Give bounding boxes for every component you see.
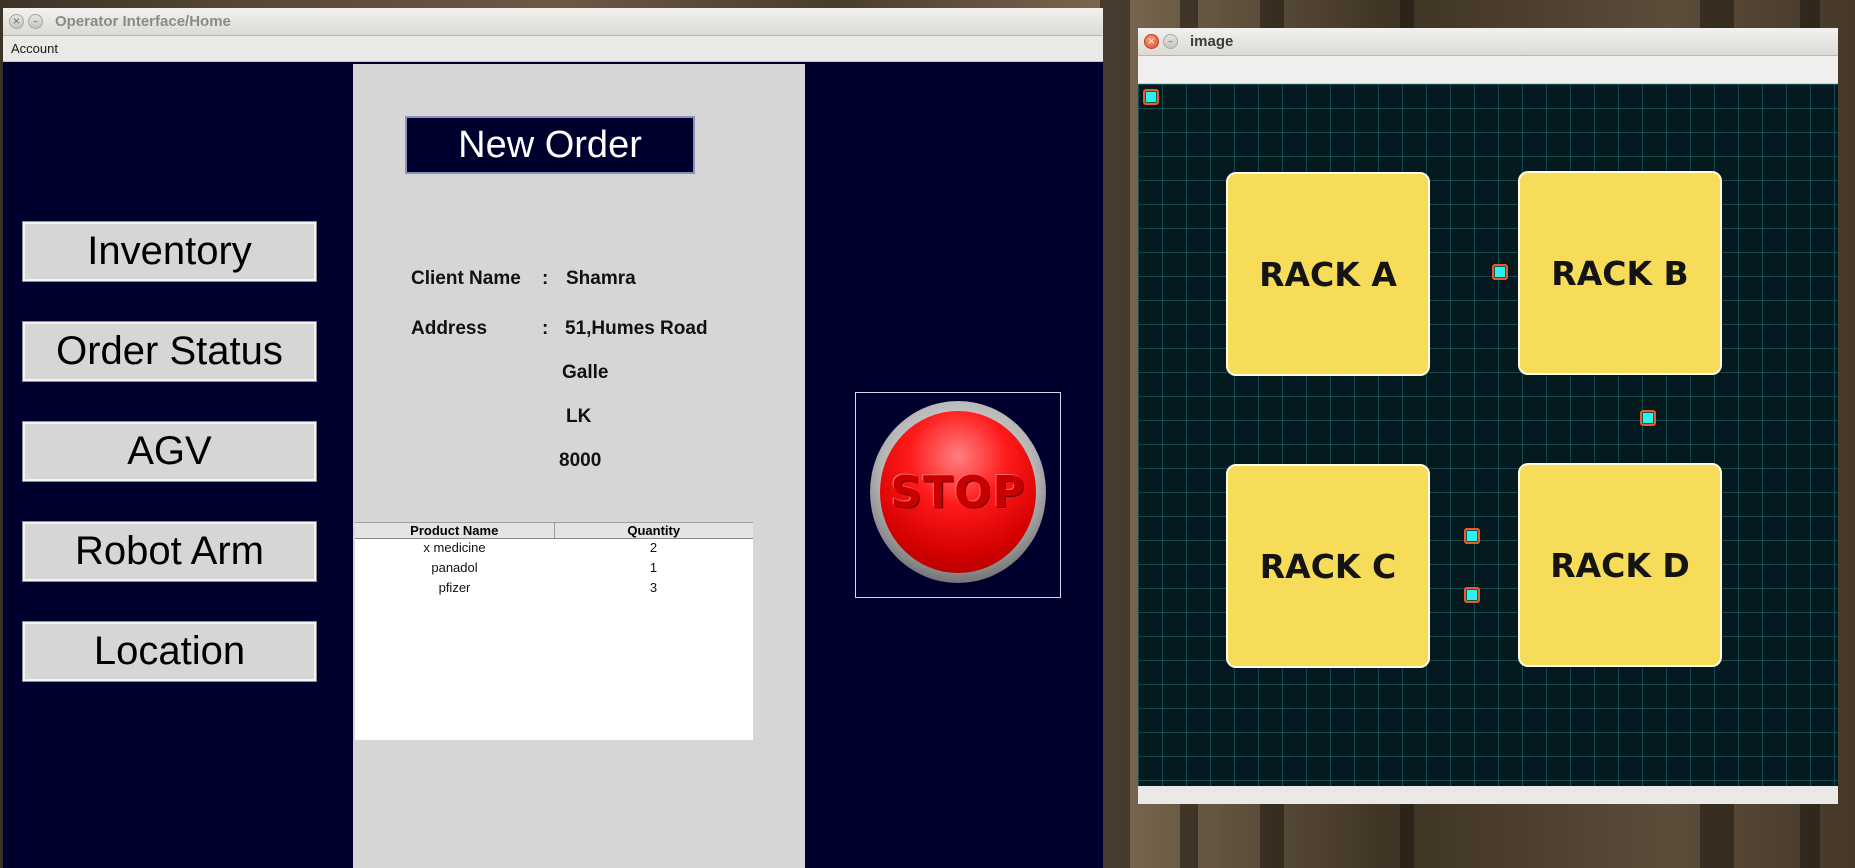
close-icon[interactable]: ×: [9, 14, 24, 29]
client-name-label: Client Name: [411, 268, 521, 289]
map-titlebar[interactable]: × – image: [1138, 28, 1838, 56]
agv-marker[interactable]: [1640, 410, 1656, 426]
table-row[interactable]: pfizer 3: [355, 579, 753, 599]
address-colon: :: [542, 318, 549, 339]
quantity-cell: 1: [649, 560, 658, 575]
client-colon: :: [542, 268, 549, 289]
address-line-2: Galle: [562, 362, 609, 383]
window-title: Operator Interface/Home: [55, 13, 231, 30]
agv-marker[interactable]: [1492, 264, 1508, 280]
column-header-quantity[interactable]: Quantity: [553, 523, 754, 538]
robot-arm-button[interactable]: Robot Arm: [22, 521, 317, 582]
column-header-product[interactable]: Product Name: [355, 523, 554, 538]
menu-account[interactable]: Account: [11, 41, 58, 56]
rack-a: RACK A: [1226, 172, 1430, 376]
order-status-button[interactable]: Order Status: [22, 321, 317, 382]
sidebar: Inventory Order Status AGV Robot Arm Loc…: [3, 64, 352, 868]
map-toolbar: [1138, 56, 1838, 84]
table-row[interactable]: panadol 1: [355, 559, 753, 579]
stop-label: STOP: [890, 466, 1026, 518]
agv-button[interactable]: AGV: [22, 421, 317, 482]
agv-marker[interactable]: [1143, 89, 1159, 105]
agv-marker[interactable]: [1464, 587, 1480, 603]
address-line-4: 8000: [559, 450, 602, 471]
product-cell: x medicine: [423, 540, 486, 555]
close-icon[interactable]: ×: [1144, 34, 1159, 49]
map-window: × – image RACK A RACK B RACK C RACK D: [1138, 28, 1838, 804]
quantity-cell: 3: [649, 580, 658, 595]
inventory-button[interactable]: Inventory: [22, 221, 317, 282]
operator-titlebar[interactable]: × – Operator Interface/Home: [3, 8, 1103, 36]
client-name-value: Shamra: [566, 268, 636, 289]
table-header: Product Name Quantity: [355, 522, 753, 539]
operator-window: × – Operator Interface/Home Account Inve…: [3, 8, 1103, 868]
new-order-heading: New Order: [405, 116, 695, 174]
menu-bar: Account: [3, 36, 1103, 62]
address-line-1: 51,Humes Road: [565, 318, 708, 339]
desktop-tree: [1100, 0, 1130, 868]
minimize-icon[interactable]: –: [28, 14, 43, 29]
rack-b: RACK B: [1518, 171, 1722, 375]
control-panel: STOP: [805, 64, 1103, 868]
address-line-3: LK: [566, 406, 592, 427]
minimize-icon[interactable]: –: [1163, 34, 1178, 49]
agv-marker[interactable]: [1464, 528, 1480, 544]
order-items-table: Product Name Quantity x medicine 2 panad…: [355, 522, 753, 740]
emergency-stop-button[interactable]: STOP: [880, 411, 1036, 573]
rack-c: RACK C: [1226, 464, 1430, 668]
quantity-cell: 2: [649, 540, 658, 555]
address-label: Address: [411, 318, 488, 339]
location-button[interactable]: Location: [22, 621, 317, 682]
product-cell: pfizer: [438, 580, 471, 595]
product-cell: panadol: [431, 560, 478, 575]
map-window-title: image: [1190, 33, 1234, 50]
map-statusbar: [1138, 786, 1838, 804]
table-row[interactable]: x medicine 2: [355, 539, 753, 559]
stop-button-ring: STOP: [870, 401, 1046, 583]
rack-d: RACK D: [1518, 463, 1722, 667]
warehouse-map[interactable]: RACK A RACK B RACK C RACK D: [1138, 84, 1838, 786]
order-panel: New Order Client Name : Shamra Address :…: [353, 64, 805, 868]
stop-button-frame: STOP: [855, 392, 1061, 598]
